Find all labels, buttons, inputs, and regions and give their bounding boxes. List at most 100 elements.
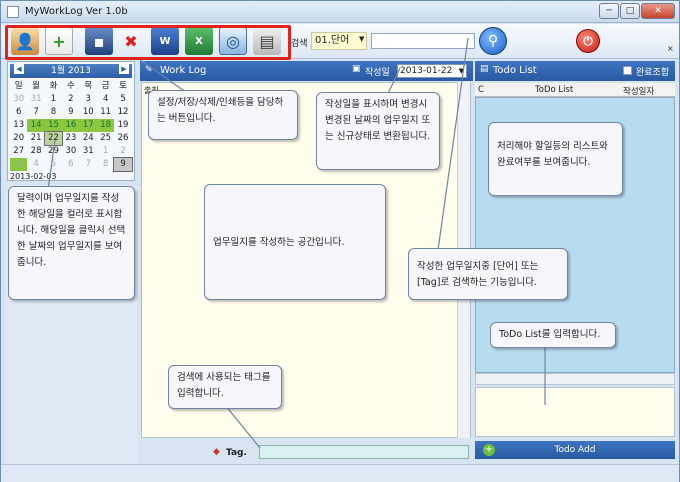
calendar-day[interactable]: 5 xyxy=(45,158,62,171)
calendar-day[interactable]: 1 xyxy=(45,93,62,106)
pencil-icon: ✎ xyxy=(145,65,153,75)
calendar-day[interactable]: 8 xyxy=(45,106,62,119)
todo-title: Todo List xyxy=(493,65,537,76)
calendar-day[interactable]: 8 xyxy=(97,158,114,171)
callout-search: 작성한 업무일지중 [단어] 또는 [Tag]로 검색하는 기능입니다. xyxy=(408,248,568,300)
calendar-selected-date: 2013-02-03 xyxy=(10,172,57,181)
calendar: 1월 2013 ◀ ▶ 일 월 화 수 목 금 토 30 31 1 2 3 4 … xyxy=(7,61,135,181)
exit-power-button[interactable]: ⏻ xyxy=(576,29,600,53)
calendar-day-logged[interactable]: 17 xyxy=(79,119,97,132)
weekday-label: 화 xyxy=(49,81,58,91)
calendar-week-row: 13 14 15 16 17 18 19 xyxy=(10,119,132,132)
calendar-day-logged[interactable]: 15 xyxy=(44,119,63,132)
calendar-day-logged[interactable]: 3 xyxy=(10,158,28,171)
calendar-day-logged[interactable]: 16 xyxy=(62,119,80,132)
maximize-button[interactable]: □ xyxy=(620,3,640,19)
tag-icon: ◆ xyxy=(213,447,220,457)
calendar-day[interactable]: 21 xyxy=(27,132,44,145)
minimize-button[interactable]: ─ xyxy=(599,3,619,19)
calendar-day[interactable]: 30 xyxy=(10,93,27,106)
title-bar: MyWorkLog Ver 1.0b ─ □ ✕ xyxy=(1,1,679,23)
calendar-day[interactable]: 6 xyxy=(10,106,27,119)
date-picker[interactable]: 2013-01-22 ▼ xyxy=(397,64,467,78)
calendar-day-logged[interactable]: 14 xyxy=(27,119,45,132)
calendar-day[interactable]: 28 xyxy=(27,145,44,158)
next-month-button[interactable]: ▶ xyxy=(119,64,129,74)
callout-date: 작성일을 표시하며 변경시 변경된 날짜의 업무일지 또는 신규상태로 변환됩니… xyxy=(316,92,440,170)
column-header[interactable]: ToDo List xyxy=(535,85,573,95)
calendar-day[interactable]: 26 xyxy=(114,132,131,145)
todo-hscrollbar[interactable] xyxy=(475,373,675,385)
calendar-day[interactable]: 4 xyxy=(27,158,44,171)
calendar-day[interactable]: 31 xyxy=(80,145,97,158)
calendar-day[interactable]: 9 xyxy=(113,157,133,172)
calendar-day[interactable]: 23 xyxy=(62,132,79,145)
search-input[interactable] xyxy=(371,33,475,49)
toolbar-highlight-box xyxy=(5,25,291,60)
callout-editor: 업무일지를 작성하는 공간입니다. xyxy=(204,184,386,300)
calendar-day[interactable]: 19 xyxy=(114,119,131,132)
calendar-day[interactable]: 25 xyxy=(97,132,114,145)
callout-toolbar: 설정/저장/삭제/인쇄등을 담당하는 버튼입니다. xyxy=(148,90,298,140)
toolbar-close-glyph[interactable]: × xyxy=(667,44,674,53)
calendar-day[interactable]: 11 xyxy=(97,106,114,119)
callout-tag: 검색에 사용되는 태그를 입력합니다. xyxy=(168,365,282,409)
chevron-down-icon[interactable]: ▼ xyxy=(359,35,364,43)
calendar-day-current[interactable]: 22 xyxy=(43,131,64,146)
calendar-day[interactable]: 31 xyxy=(27,93,44,106)
calendar-week-row: 30 31 1 2 3 4 5 xyxy=(10,93,132,106)
window-title: MyWorkLog Ver 1.0b xyxy=(25,6,128,17)
calendar-day[interactable]: 1 xyxy=(97,145,114,158)
calendar-day[interactable]: 4 xyxy=(97,93,114,106)
calendar-day[interactable]: 24 xyxy=(80,132,97,145)
app-icon xyxy=(7,6,19,18)
calendar-month: 1월 2013 xyxy=(10,64,132,78)
calendar-day[interactable]: 7 xyxy=(80,158,97,171)
todo-add-button[interactable]: + Todo Add xyxy=(475,441,675,459)
worklog-title: Work Log xyxy=(160,65,207,76)
calendar-day[interactable]: 5 xyxy=(114,93,131,106)
column-header[interactable]: 작성일자 xyxy=(623,85,654,97)
done-filter-checkbox[interactable] xyxy=(623,66,632,75)
calendar-day[interactable]: 30 xyxy=(62,145,79,158)
power-icon: ⏻ xyxy=(583,34,593,48)
weekday-label: 목 xyxy=(84,81,93,91)
status-bar xyxy=(1,464,679,482)
close-button[interactable]: ✕ xyxy=(641,3,675,19)
todo-header: ▤ Todo List 완료조합 xyxy=(475,61,675,81)
worklog-header: ✎ Work Log ▣ 작성일 2013-01-22 ▼ xyxy=(140,61,473,81)
tag-label: Tag. xyxy=(226,448,247,458)
calendar-day[interactable]: 20 xyxy=(10,132,27,145)
weekday-label: 수 xyxy=(66,81,75,91)
callout-todo-list: 처리해야 할일등의 리스트와 완료여부를 보여줍니다. xyxy=(488,122,623,196)
calendar-day[interactable]: 9 xyxy=(62,106,79,119)
search-button[interactable]: ⚲ xyxy=(479,27,507,55)
calendar-week-row: 6 7 8 9 10 11 12 xyxy=(10,106,132,119)
todo-column-header: C ToDo List 작성일자 xyxy=(475,83,675,97)
calendar-day[interactable]: 12 xyxy=(114,106,131,119)
calendar-day-logged[interactable]: 18 xyxy=(96,119,115,132)
todo-input[interactable] xyxy=(475,387,675,437)
calendar-day[interactable]: 2 xyxy=(62,93,79,106)
date-label: 작성일 xyxy=(365,68,390,78)
calendar-day[interactable]: 3 xyxy=(80,93,97,106)
calendar-day[interactable]: 29 xyxy=(45,145,62,158)
date-value: 2013-01-22 xyxy=(400,66,453,76)
tag-input[interactable] xyxy=(259,445,469,459)
calendar-day[interactable]: 7 xyxy=(27,106,44,119)
column-header[interactable]: C xyxy=(478,85,484,95)
prev-month-button[interactable]: ◀ xyxy=(14,64,24,74)
callout-todo-input: ToDo List를 입력합니다. xyxy=(490,322,616,348)
calendar-day[interactable]: 27 xyxy=(10,145,27,158)
note-icon: ▤ xyxy=(480,64,489,74)
callout-calendar: 달력이며 업무일지를 작성한 해당일을 컬러로 표시합니다. 해당일을 클릭시 … xyxy=(8,186,135,300)
calendar-week-row: 27 28 29 30 31 1 2 xyxy=(10,145,132,158)
chevron-down-icon[interactable]: ▼ xyxy=(459,65,464,77)
plus-icon: + xyxy=(483,444,495,456)
done-filter-label: 완료조합 xyxy=(636,68,670,78)
calendar-week-row: 20 21 22 23 24 25 26 xyxy=(10,131,132,146)
calendar-day[interactable]: 13 xyxy=(10,119,27,132)
calendar-day[interactable]: 6 xyxy=(62,158,79,171)
calendar-day[interactable]: 2 xyxy=(114,145,131,158)
calendar-day[interactable]: 10 xyxy=(80,106,97,119)
